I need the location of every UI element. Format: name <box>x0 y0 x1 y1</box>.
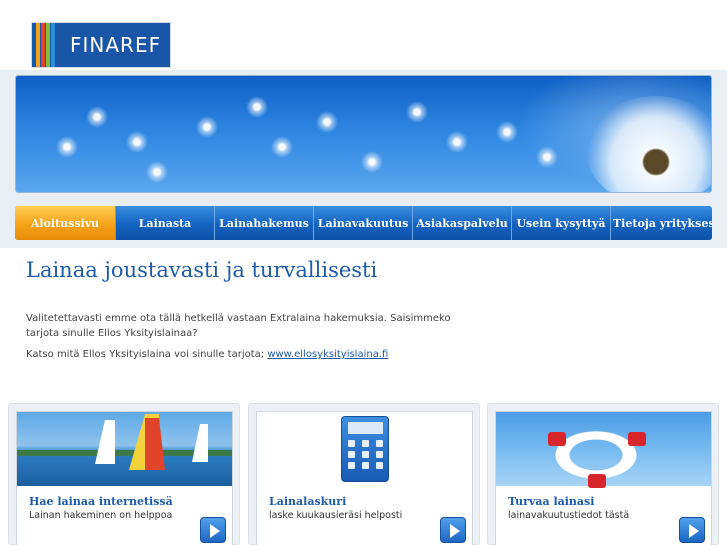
dandelion-seed <box>146 161 168 183</box>
nav-item-lainavakuutus[interactable]: Lainavakuutus <box>314 206 413 240</box>
logo-text: FINAREF <box>70 33 162 57</box>
nav-item-usein-kysyttya[interactable]: Usein kysyttyä <box>512 206 611 240</box>
feature-box-inner: Hae lainaa internetissä Lainan hakeminen… <box>16 411 233 545</box>
logo-stripe-blue <box>51 23 55 67</box>
notice-paragraph: Valitetettavasti emme ota tällä hetkellä… <box>26 313 451 339</box>
dandelion-seed <box>246 96 268 118</box>
life-buoy-image <box>496 412 711 490</box>
logo-stripe-red <box>41 23 45 67</box>
notice-text: Valitetettavasti emme ota tällä hetkellä… <box>26 311 456 368</box>
sailboats-image <box>17 412 232 486</box>
sail <box>192 424 208 462</box>
feature-boxes: Hae lainaa internetissä Lainan hakeminen… <box>8 403 719 545</box>
calculator-key <box>348 462 355 469</box>
dandelion-seed <box>446 131 468 153</box>
dandelion-seed <box>86 106 108 128</box>
calculator-key <box>348 440 355 447</box>
play-arrow-icon <box>689 524 699 538</box>
feature-box-insurance[interactable]: Turvaa lainasi lainavakuutustiedot tästä <box>487 403 719 545</box>
calculator-key <box>376 451 383 458</box>
dandelion-seed <box>406 101 428 123</box>
feature-box-subtitle: lainavakuutustiedot tästä <box>508 510 630 521</box>
nav-item-asiakaspalvelu[interactable]: Asiakaspalvelu <box>413 206 512 240</box>
nav-item-tietoja-yrityksesta[interactable]: Tietoja yrityksestä <box>611 206 712 240</box>
sail <box>95 420 115 464</box>
dandelion-seed <box>196 116 218 138</box>
dandelion-seed <box>496 121 518 143</box>
main-nav: Aloitussivu Lainasta Lainahakemus Lainav… <box>15 206 712 240</box>
feature-box-title[interactable]: Turvaa lainasi <box>508 495 594 508</box>
calculator-key <box>348 451 355 458</box>
dandelion-seed <box>56 136 78 158</box>
logo-stripe-green <box>46 23 50 67</box>
dandelion-seed <box>271 136 293 158</box>
go-button[interactable] <box>440 517 466 543</box>
go-button[interactable] <box>200 517 226 543</box>
calculator-key <box>362 440 369 447</box>
dandelion-seed <box>361 151 383 173</box>
calculator-key <box>376 462 383 469</box>
feature-box-subtitle: Lainan hakeminen on helppoa <box>29 510 173 521</box>
calculator-image <box>257 412 472 486</box>
calculator-key <box>362 462 369 469</box>
page-title: Lainaa joustavasti ja turvallisesti <box>26 258 378 282</box>
play-arrow-icon <box>450 524 460 538</box>
feature-box-title[interactable]: Lainalaskuri <box>269 495 346 508</box>
dandelion-seed <box>536 146 558 168</box>
buoy-band <box>588 474 606 488</box>
feature-box-calculator[interactable]: Lainalaskuri laske kuukausieräsi helpost… <box>248 403 480 545</box>
feature-box-subtitle: laske kuukausieräsi helposti <box>269 510 403 521</box>
dandelion-seed <box>126 131 148 153</box>
notice-link-prefix: Katso mitä Ellos Yksityislaina voi sinul… <box>26 349 265 360</box>
buoy-band <box>548 432 566 446</box>
calculator-icon <box>341 416 389 482</box>
banner-area <box>0 70 727 198</box>
nav-item-lainasta[interactable]: Lainasta <box>116 206 215 240</box>
nav-area: Aloitussivu Lainasta Lainahakemus Lainav… <box>0 198 727 248</box>
logo-stripes <box>32 23 62 67</box>
feature-box-inner: Lainalaskuri laske kuukausieräsi helpost… <box>256 411 473 545</box>
calculator-key <box>376 440 383 447</box>
feature-box-title[interactable]: Hae lainaa internetissä <box>29 495 173 508</box>
banner-image <box>15 75 712 193</box>
feature-box-apply[interactable]: Hae lainaa internetissä Lainan hakeminen… <box>8 403 240 545</box>
nav-item-aloitussivu[interactable]: Aloitussivu <box>15 206 116 240</box>
play-arrow-icon <box>210 524 220 538</box>
buoy-band <box>628 432 646 446</box>
finaref-logo[interactable]: FINAREF <box>31 22 171 68</box>
ellos-link[interactable]: www.ellosyksityislaina.fi <box>267 349 388 360</box>
go-button[interactable] <box>679 517 705 543</box>
logo-stripe-orange <box>36 23 40 67</box>
calculator-key <box>362 451 369 458</box>
dandelion-seed <box>316 111 338 133</box>
feature-box-inner: Turvaa lainasi lainavakuutustiedot tästä <box>495 411 712 545</box>
nav-item-lainahakemus[interactable]: Lainahakemus <box>215 206 314 240</box>
header: FINAREF <box>0 0 727 72</box>
calculator-screen <box>348 422 383 434</box>
notice-link-paragraph: Katso mitä Ellos Yksityislaina voi sinul… <box>26 347 456 362</box>
sail-colorful <box>145 418 165 470</box>
